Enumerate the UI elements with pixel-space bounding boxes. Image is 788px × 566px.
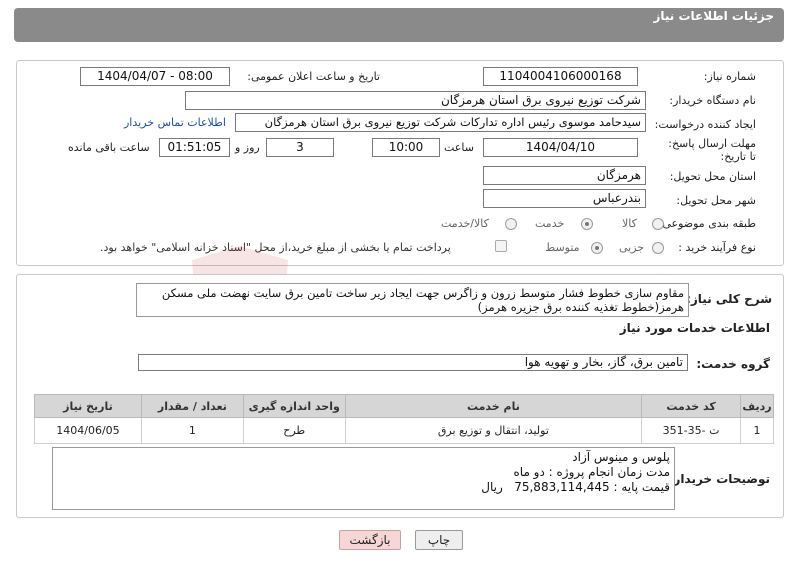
requester-field: سیدحامد موسوی رئیس اداره تدارکات شرکت تو… bbox=[235, 113, 646, 132]
announce-datetime-field: 1404/04/07 - 08:00 bbox=[80, 67, 230, 86]
deadline-time-field: 10:00 bbox=[372, 138, 440, 157]
category-label: طبقه بندی موضوعی: bbox=[658, 217, 756, 230]
province-label: استان محل تحویل: bbox=[669, 170, 756, 183]
deadline-label: مهلت ارسال پاسخ: تا تاریخ: bbox=[668, 137, 756, 163]
cell-code: ت -35-351 bbox=[641, 417, 742, 444]
buyer-notes-field: پلوس و مینوس آزاد مدت زمان انجام پروژه :… bbox=[52, 447, 675, 510]
service-group-field: تامین برق، گاز، بخار و تهویه هوا bbox=[138, 354, 688, 371]
print-button[interactable]: چاپ bbox=[415, 530, 463, 550]
cell-qty: 1 bbox=[140, 417, 244, 444]
col-name-header: نام خدمت bbox=[344, 394, 643, 418]
announce-datetime-label: تاریخ و ساعت اعلان عمومی: bbox=[247, 70, 380, 83]
cell-date: 1404/06/05 bbox=[34, 417, 142, 444]
buyer-org-label: نام دستگاه خریدار: bbox=[669, 94, 756, 107]
deadline-time-label: ساعت bbox=[444, 141, 474, 154]
category-goods-service-label: کالا/خدمت bbox=[441, 217, 489, 230]
col-code-header: کد خدمت bbox=[641, 394, 742, 418]
remaining-time-field: 01:51:05 bbox=[159, 138, 230, 157]
table-header-row: ردیف کد خدمت نام خدمت واحد اندازه گیری ت… bbox=[34, 394, 774, 418]
service-group-label: گروه خدمت: bbox=[696, 357, 770, 371]
deadline-date-field: 1404/04/10 bbox=[483, 138, 638, 157]
days-field: 3 bbox=[266, 138, 334, 157]
cell-unit: طرح bbox=[242, 417, 346, 444]
buyer-org-field: شرکت توزیع نیروی برق استان هرمزگان bbox=[185, 91, 646, 110]
col-date-header: تاریخ نیاز bbox=[34, 394, 142, 418]
buyer-notes-label: توضیحات خریدار: bbox=[668, 472, 770, 486]
general-desc-field: مقاوم سازی خطوط فشار متوسط زرون و زاگرس … bbox=[136, 283, 689, 317]
category-goods-label: کالا bbox=[622, 217, 637, 230]
col-qty-header: تعداد / مقدار bbox=[140, 394, 244, 418]
days-label: روز و bbox=[235, 141, 260, 154]
province-field: هرمزگان bbox=[483, 166, 646, 185]
col-unit-header: واحد اندازه گیری bbox=[242, 394, 346, 418]
general-desc-label: شرح کلی نیاز: bbox=[686, 292, 772, 306]
need-number-field: 1104004106000168 bbox=[483, 67, 638, 86]
remaining-label: ساعت باقی مانده bbox=[68, 141, 150, 154]
city-label: شهر محل تحویل: bbox=[676, 194, 756, 207]
category-service-label: خدمت bbox=[535, 217, 565, 230]
cell-row: 1 bbox=[740, 417, 774, 444]
need-number-label: شماره نیاز: bbox=[703, 70, 756, 83]
table-row: 1 ت -35-351 تولید، انتقال و توزیع برق طر… bbox=[34, 417, 774, 444]
buyer-note-line: پلوس و مینوس آزاد bbox=[572, 450, 670, 464]
buyer-note-line: قیمت پایه : 75,883,114,445 ریال bbox=[481, 480, 670, 494]
cell-name: تولید، انتقال و توزیع برق bbox=[344, 417, 643, 444]
services-info-heading: اطلاعات خدمات مورد نیاز bbox=[619, 321, 770, 335]
col-row-header: ردیف bbox=[740, 394, 774, 418]
category-service-radio[interactable] bbox=[581, 218, 593, 230]
page-title: جزئیات اطلاعات نیاز bbox=[653, 9, 774, 23]
category-goods-service-radio[interactable] bbox=[505, 218, 517, 230]
requester-label: ایجاد کننده درخواست: bbox=[654, 118, 756, 131]
buyer-note-line: مدت زمان انجام پروژه : دو ماه bbox=[513, 465, 671, 479]
category-goods-radio[interactable] bbox=[652, 218, 664, 230]
back-button[interactable]: بازگشت bbox=[339, 530, 401, 550]
contact-info-link[interactable]: اطلاعات تماس خریدار bbox=[124, 116, 226, 129]
services-table: ردیف کد خدمت نام خدمت واحد اندازه گیری ت… bbox=[34, 394, 774, 444]
city-field: بندرعباس bbox=[483, 189, 646, 208]
